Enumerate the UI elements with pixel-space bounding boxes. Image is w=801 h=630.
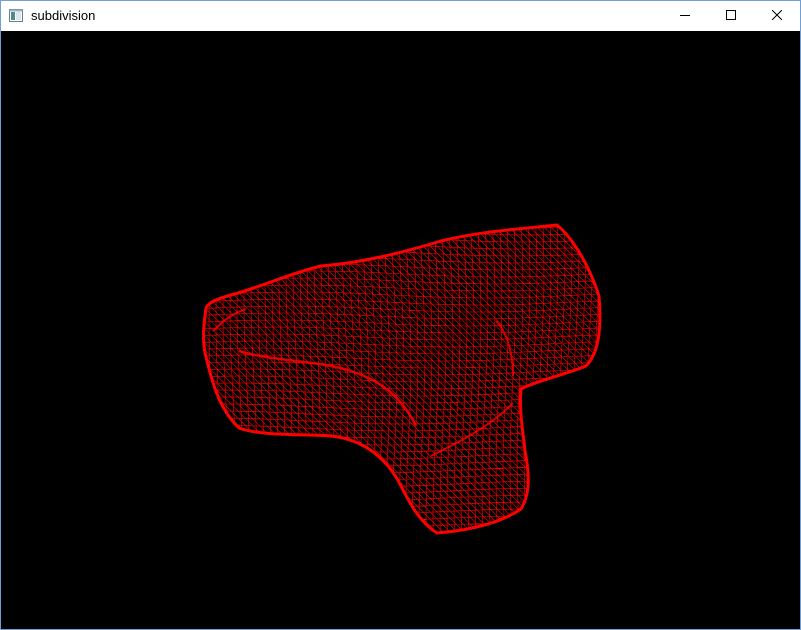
window-title: subdivision <box>31 8 96 23</box>
wireframe-mesh <box>201 223 602 535</box>
render-viewport[interactable] <box>1 31 800 629</box>
minimize-icon <box>680 7 690 25</box>
close-button[interactable] <box>754 1 800 31</box>
minimize-button[interactable] <box>662 1 708 31</box>
close-icon <box>771 7 783 25</box>
app-window-icon <box>9 9 23 22</box>
maximize-icon <box>726 7 736 25</box>
title-bar[interactable]: subdivision <box>1 1 800 31</box>
mesh-edges <box>203 225 600 533</box>
app-window: subdivision <box>0 0 801 630</box>
maximize-button[interactable] <box>708 1 754 31</box>
